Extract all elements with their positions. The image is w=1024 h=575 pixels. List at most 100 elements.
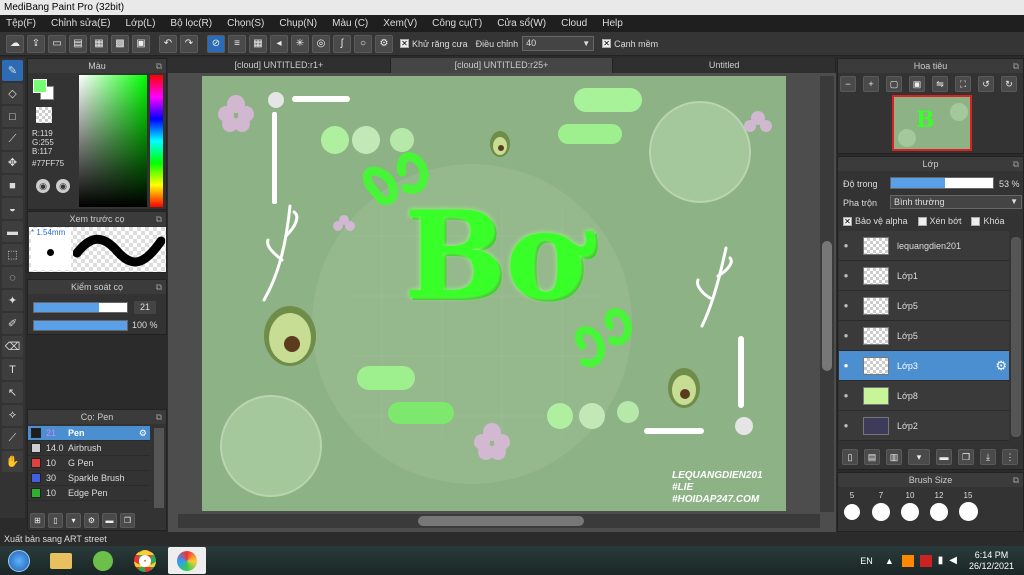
layer-add-menu-icon[interactable]: ▾ — [908, 449, 930, 465]
bucket-tool-icon[interactable]: ◒ — [2, 198, 23, 219]
rotate-right-icon[interactable]: ↻ — [1001, 76, 1017, 92]
hue-slider[interactable] — [150, 75, 163, 207]
horizontal-scrollbar[interactable] — [178, 514, 820, 528]
pin-icon[interactable]: ⧉ — [156, 410, 162, 424]
file-explorer-icon[interactable] — [42, 547, 80, 574]
chrome-icon[interactable] — [126, 547, 164, 574]
folder-icon[interactable]: ▬ — [102, 513, 117, 528]
fill-rect-icon[interactable]: ■ — [2, 175, 23, 196]
layer-row[interactable]: ● lequangdien201 — [839, 231, 1009, 261]
snap-radial-icon[interactable]: ✳ — [291, 34, 309, 53]
select-eraser-icon[interactable]: ⌫ — [2, 336, 23, 357]
zoom-out-icon[interactable]: − — [840, 76, 856, 92]
operation-tool-icon[interactable]: ↖ — [2, 382, 23, 403]
snap-ellipse-icon[interactable]: ○ — [354, 34, 372, 53]
layer-row-selected[interactable]: ● Lớp3 ⚙ — [839, 351, 1009, 381]
palette-alt-icon[interactable]: ◉ — [56, 179, 70, 193]
eye-icon[interactable]: ● — [839, 301, 853, 310]
zoom-in-icon[interactable]: + — [863, 76, 879, 92]
artwork-canvas[interactable]: Bơ LEQUANGDIEN201 #LIE #HOIDAP247.COM — [202, 76, 786, 511]
volume-icon[interactable]: ◀ — [949, 555, 957, 566]
size-slider[interactable] — [33, 302, 128, 313]
menu-window[interactable]: Cửa sổ(W) — [497, 18, 546, 29]
menu-help[interactable]: Help — [602, 18, 623, 29]
dropper-alt-icon[interactable]: ⟋ — [2, 428, 23, 449]
brush-item-pen[interactable]: 21 Pen ⚙ — [28, 426, 150, 441]
grid-icon[interactable]: ▩ — [111, 34, 129, 53]
start-button[interactable] — [0, 547, 38, 574]
layer-menu-icon[interactable]: ⋮ — [1002, 449, 1018, 465]
fit-icon[interactable]: ▢ — [886, 76, 902, 92]
cloud-icon[interactable]: ☁ — [6, 34, 24, 53]
move-tool-icon[interactable]: ✥ — [2, 152, 23, 173]
brush-item-sparkle[interactable]: 30 Sparkle Brush — [28, 471, 150, 486]
layer-row[interactable]: ● Lớp5 — [839, 321, 1009, 351]
tab-doc-1[interactable]: [cloud] UNTITLED:r1+ — [168, 58, 391, 73]
pin-icon[interactable]: ⧉ — [156, 212, 162, 226]
layer-scrollbar[interactable] — [1011, 237, 1021, 437]
adjust-select[interactable]: 40 ▼ — [522, 36, 595, 51]
fullscreen-icon[interactable]: ⛶ — [955, 76, 971, 92]
medibang-taskbar-icon[interactable] — [168, 547, 206, 574]
brush-size-option[interactable]: 15 — [958, 491, 978, 521]
eye-icon[interactable]: ● — [839, 361, 853, 370]
sharp-checkbox[interactable]: ✕ — [602, 39, 612, 48]
select-pen-icon[interactable]: ✐ — [2, 313, 23, 334]
brush-tool-icon[interactable]: ✎ — [2, 60, 23, 81]
clip-checkbox[interactable] — [917, 216, 927, 226]
tray-app-icon[interactable] — [901, 554, 914, 567]
redo-icon[interactable]: ↷ — [180, 34, 198, 53]
brush-settings-icon[interactable]: ⚙ — [84, 513, 99, 528]
size-value[interactable]: 21 — [134, 301, 156, 314]
hand-tool-icon[interactable]: ✋ — [2, 451, 23, 472]
eye-icon[interactable]: ● — [839, 331, 853, 340]
snap-curve-icon[interactable]: ʃ — [333, 34, 351, 53]
flip-icon[interactable]: ⇋ — [932, 76, 948, 92]
duplicate-layer-icon[interactable]: ❐ — [958, 449, 974, 465]
actual-size-icon[interactable]: ▣ — [909, 76, 925, 92]
brush-item-airbrush[interactable]: 14.0 Airbrush — [28, 441, 150, 456]
app-green-icon[interactable] — [84, 547, 122, 574]
menu-view[interactable]: Xem(V) — [383, 18, 417, 29]
menu-filter[interactable]: Bộ lọc(R) — [170, 18, 212, 29]
eye-icon[interactable]: ● — [839, 271, 853, 280]
brush-size-option[interactable]: 7 — [871, 491, 891, 521]
settings-gear-icon[interactable]: ⚙ — [375, 34, 393, 53]
palette-icon[interactable]: ◉ — [36, 179, 50, 193]
layer-row[interactable]: ● Lớp5 — [839, 291, 1009, 321]
antialias-checkbox[interactable]: ✕ — [400, 39, 409, 48]
saturation-box[interactable] — [79, 75, 147, 207]
menu-select[interactable]: Chọn(S) — [227, 18, 264, 29]
pin-icon[interactable]: ⧉ — [156, 59, 162, 73]
upload-icon[interactable]: ⇪ — [27, 34, 45, 53]
snap-cross-icon[interactable]: ▦ — [249, 34, 267, 53]
chat-icon[interactable]: ▭ — [48, 34, 66, 53]
copy-icon[interactable]: ❐ — [120, 513, 135, 528]
pin-icon[interactable]: ⧉ — [156, 280, 162, 294]
eye-icon[interactable]: ● — [839, 421, 853, 430]
pin-icon[interactable]: ⧉ — [1013, 473, 1019, 487]
pin-icon[interactable]: ⧉ — [1013, 157, 1019, 171]
tab-doc-3[interactable]: Untitled — [613, 58, 837, 73]
select-rect-icon[interactable]: ⬚ — [2, 244, 23, 265]
new-brush-icon[interactable]: ▯ — [48, 513, 63, 528]
menu-cloud[interactable]: Cloud — [561, 18, 587, 29]
new-8bit-layer-icon[interactable]: ▥ — [886, 449, 902, 465]
brush-size-option[interactable]: 12 — [929, 491, 949, 521]
menu-layer[interactable]: Lớp(L) — [126, 18, 156, 29]
tray-antivirus-icon[interactable] — [919, 554, 932, 567]
gradient-tool-icon[interactable]: ▬ — [2, 221, 23, 242]
menu-file[interactable]: Tệp(F) — [6, 18, 36, 29]
document-icon[interactable]: ▤ — [69, 34, 87, 53]
undo-icon[interactable]: ↶ — [159, 34, 177, 53]
menu-tools[interactable]: Công cụ(T) — [432, 18, 482, 29]
navigator-thumbnail[interactable]: B — [892, 95, 972, 151]
text-tool-icon[interactable]: T — [2, 359, 23, 380]
tray-chevron-icon[interactable]: ▲ — [885, 556, 894, 566]
vertical-scrollbar[interactable] — [820, 76, 834, 512]
pin-icon[interactable]: ⧉ — [1013, 59, 1019, 73]
eye-icon[interactable]: ● — [839, 391, 853, 400]
merge-layer-icon[interactable]: ⤓ — [980, 449, 996, 465]
gear-icon[interactable]: ⚙ — [139, 428, 147, 439]
new-layer-icon[interactable]: ▯ — [842, 449, 858, 465]
